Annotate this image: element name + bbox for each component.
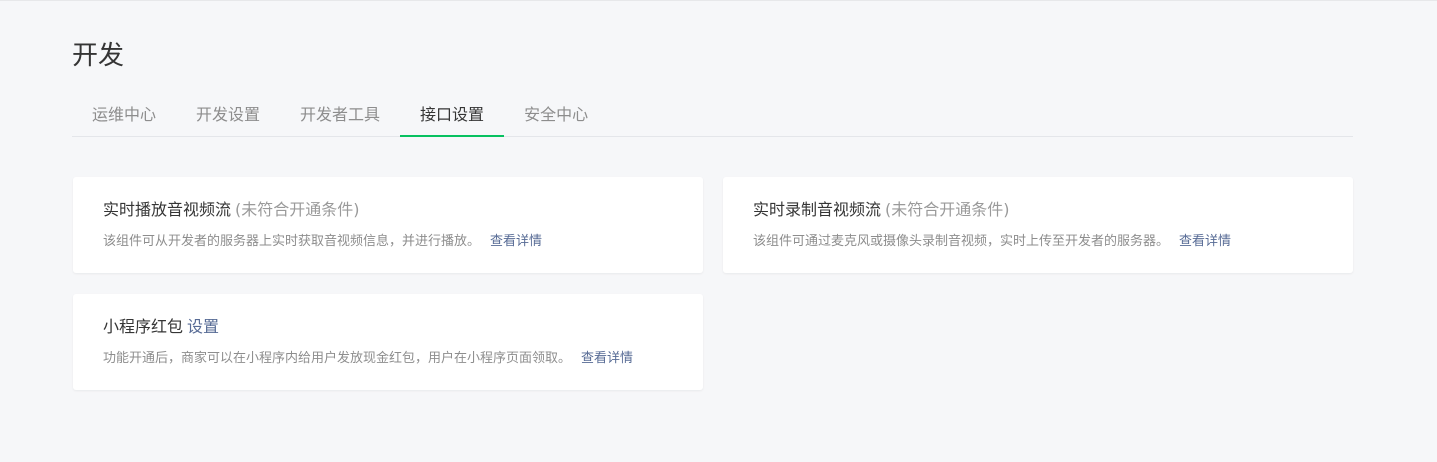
card-live-pusher: 实时录制音视频流 (未符合开通条件) 该组件可通过麦克风或摄像头录制音视频，实时上… bbox=[723, 177, 1353, 273]
tab-ops-center[interactable]: 运维中心 bbox=[72, 97, 176, 136]
tab-bar: 运维中心 开发设置 开发者工具 接口设置 安全中心 bbox=[72, 97, 1353, 137]
card-description-row: 功能开通后，商家可以在小程序内给用户发放现金红包，用户在小程序页面领取。 查看详情 bbox=[103, 349, 673, 369]
card-title-row: 实时录制音视频流 (未符合开通条件) bbox=[753, 199, 1323, 221]
card-red-packet: 小程序红包 设置 功能开通后，商家可以在小程序内给用户发放现金红包，用户在小程序页… bbox=[73, 294, 703, 390]
card-title: 实时播放音视频流 bbox=[103, 200, 232, 219]
card-description: 该组件可通过麦克风或摄像头录制音视频，实时上传至开发者的服务器。 bbox=[753, 234, 1170, 249]
view-details-link[interactable]: 查看详情 bbox=[490, 234, 542, 249]
card-title: 小程序红包 bbox=[103, 317, 184, 336]
settings-link[interactable]: 设置 bbox=[187, 317, 219, 336]
card-description: 功能开通后，商家可以在小程序内给用户发放现金红包，用户在小程序页面领取。 bbox=[103, 351, 572, 366]
tab-dev-settings[interactable]: 开发设置 bbox=[176, 97, 280, 136]
card-status: (未符合开通条件) bbox=[885, 200, 1010, 219]
card-title-row: 小程序红包 设置 bbox=[103, 316, 673, 338]
card-title-row: 实时播放音视频流 (未符合开通条件) bbox=[103, 199, 673, 221]
page: 开发 运维中心 开发设置 开发者工具 接口设置 安全中心 实时播放音视频流 (未符… bbox=[0, 0, 1437, 462]
card-status: (未符合开通条件) bbox=[235, 200, 360, 219]
page-title: 开发 bbox=[72, 41, 125, 71]
card-description-row: 该组件可通过麦克风或摄像头录制音视频，实时上传至开发者的服务器。 查看详情 bbox=[753, 232, 1323, 252]
card-live-player: 实时播放音视频流 (未符合开通条件) 该组件可从开发者的服务器上实时获取音视频信息… bbox=[73, 177, 703, 273]
card-description-row: 该组件可从开发者的服务器上实时获取音视频信息，并进行播放。 查看详情 bbox=[103, 232, 673, 252]
view-details-link[interactable]: 查看详情 bbox=[581, 351, 633, 366]
card-description: 该组件可从开发者的服务器上实时获取音视频信息，并进行播放。 bbox=[103, 234, 481, 249]
tab-api-settings[interactable]: 接口设置 bbox=[400, 97, 505, 137]
card-title: 实时录制音视频流 bbox=[753, 200, 882, 219]
tab-dev-tools[interactable]: 开发者工具 bbox=[280, 97, 400, 136]
tab-security-center[interactable]: 安全中心 bbox=[504, 97, 608, 136]
view-details-link[interactable]: 查看详情 bbox=[1179, 234, 1231, 249]
